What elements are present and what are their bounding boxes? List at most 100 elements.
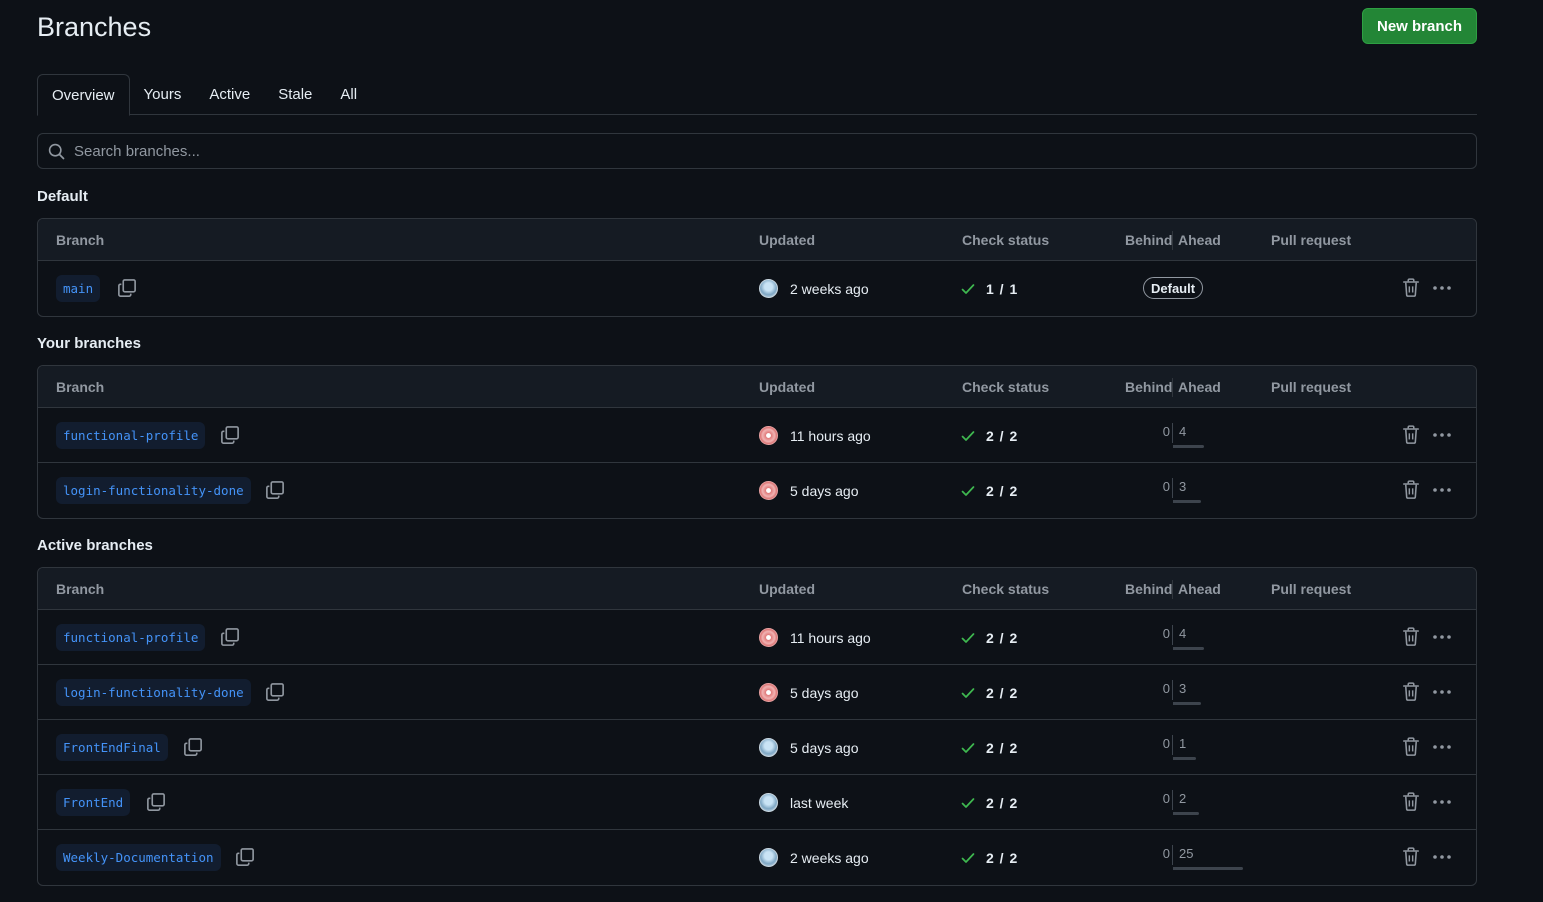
column-header-ahead: Ahead: [1178, 232, 1221, 248]
copy-icon[interactable]: [235, 847, 255, 867]
tab-overview[interactable]: Overview: [37, 74, 130, 116]
check-icon: [960, 630, 976, 646]
avatar[interactable]: [759, 481, 778, 500]
check-status[interactable]: 1 / 1: [986, 281, 1018, 297]
branches-page: Branches New branch Overview Yours Activ…: [37, 0, 1477, 886]
kebab-horizontal-icon[interactable]: [1431, 847, 1453, 867]
trash-icon[interactable]: [1402, 278, 1420, 298]
check-status[interactable]: 2 / 2: [986, 795, 1018, 811]
branch-row: login-functionality-done 5 days ago 2 / 2 0…: [38, 665, 1476, 720]
branch-name-link[interactable]: main: [56, 275, 101, 302]
check-status[interactable]: 2 / 2: [986, 483, 1018, 499]
behind-count: 0: [1162, 736, 1170, 751]
copy-icon[interactable]: [220, 627, 240, 647]
new-branch-button[interactable]: New branch: [1362, 8, 1477, 44]
copy-icon[interactable]: [265, 682, 285, 702]
behind-count: 0: [1162, 626, 1170, 641]
branch-row: FrontEndFinal 5 days ago 2 / 2 01: [38, 720, 1476, 775]
branch-name-link[interactable]: Weekly-Documentation: [56, 844, 221, 871]
ahead-bar: [1173, 867, 1243, 870]
avatar[interactable]: [759, 628, 778, 647]
ahead-bar: [1173, 702, 1202, 705]
branch-table-default: Branch Updated Check status Behind Ahead Pull…: [37, 218, 1477, 317]
behind-count: 0: [1162, 479, 1170, 494]
kebab-horizontal-icon[interactable]: [1431, 682, 1453, 702]
check-icon: [960, 795, 976, 811]
check-status[interactable]: 2 / 2: [986, 685, 1018, 701]
avatar[interactable]: [759, 426, 778, 445]
avatar[interactable]: [759, 683, 778, 702]
table-header: Branch Updated Check status Behind Ahead Pull…: [38, 219, 1476, 261]
kebab-horizontal-icon[interactable]: [1431, 737, 1453, 757]
trash-icon[interactable]: [1402, 627, 1420, 647]
branch-name-link[interactable]: functional-profile: [56, 624, 206, 651]
branch-table-active-branches: Branch Updated Check status Behind Ahead Pull…: [37, 567, 1477, 886]
copy-icon[interactable]: [265, 480, 285, 500]
ahead-bar: [1173, 647, 1205, 650]
kebab-horizontal-icon[interactable]: [1431, 792, 1453, 812]
search-input[interactable]: [74, 142, 1454, 160]
copy-icon[interactable]: [146, 792, 166, 812]
column-header-behind: Behind: [1125, 581, 1173, 597]
behind-ahead-divider: [1172, 423, 1173, 443]
ahead-count: 2: [1179, 791, 1187, 806]
branch-name-link[interactable]: FrontEnd: [56, 789, 131, 816]
branch-name-link[interactable]: FrontEndFinal: [56, 734, 168, 761]
column-header-pull-request: Pull request: [1271, 581, 1352, 597]
column-divider: [1172, 378, 1173, 397]
column-header-pull-request: Pull request: [1271, 379, 1352, 395]
table-header: Branch Updated Check status Behind Ahead Pull…: [38, 568, 1476, 610]
avatar[interactable]: [759, 848, 778, 867]
avatar[interactable]: [759, 793, 778, 812]
kebab-horizontal-icon[interactable]: [1431, 480, 1453, 500]
avatar[interactable]: [759, 279, 778, 298]
check-status[interactable]: 2 / 2: [986, 428, 1018, 444]
column-header-check-status: Check status: [962, 379, 1050, 395]
tab-active[interactable]: Active: [195, 74, 264, 115]
trash-icon[interactable]: [1402, 737, 1420, 757]
ahead-bar: [1173, 445, 1205, 448]
check-status[interactable]: 2 / 2: [986, 740, 1018, 756]
ahead-count: 1: [1179, 736, 1187, 751]
check-icon: [960, 281, 976, 297]
ahead-bar: [1173, 500, 1202, 503]
trash-icon[interactable]: [1402, 480, 1420, 500]
copy-icon[interactable]: [117, 278, 137, 298]
branch-row: Weekly-Documentation 2 weeks ago 2 / 2 0 25: [38, 830, 1476, 885]
ahead-bar: [1173, 812, 1199, 815]
branch-row: main 2 weeks ago 1 / 1 Default: [38, 261, 1476, 316]
tab-stale[interactable]: Stale: [264, 74, 326, 115]
behind-ahead-divider: [1172, 845, 1173, 865]
kebab-horizontal-icon[interactable]: [1431, 425, 1453, 445]
column-header-check-status: Check status: [962, 581, 1050, 597]
column-header-ahead: Ahead: [1178, 581, 1221, 597]
tab-yours[interactable]: Yours: [130, 74, 196, 115]
check-status[interactable]: 2 / 2: [986, 850, 1018, 866]
copy-icon[interactable]: [220, 425, 240, 445]
ahead-count: 4: [1179, 626, 1187, 641]
trash-icon[interactable]: [1402, 847, 1420, 867]
copy-icon[interactable]: [183, 737, 203, 757]
kebab-horizontal-icon[interactable]: [1431, 278, 1453, 298]
branch-name-link[interactable]: functional-profile: [56, 422, 206, 449]
behind-count: 0: [1162, 681, 1170, 696]
check-status[interactable]: 2 / 2: [986, 630, 1018, 646]
ahead-count: 25: [1179, 846, 1194, 861]
branch-name-link[interactable]: login-functionality-done: [56, 477, 251, 504]
page-title: Branches: [37, 12, 152, 42]
tab-all[interactable]: All: [326, 74, 371, 115]
branch-row: login-functionality-done 5 days ago 2 / 2 0…: [38, 463, 1476, 518]
trash-icon[interactable]: [1402, 792, 1420, 812]
avatar[interactable]: [759, 738, 778, 757]
column-header-behind: Behind: [1125, 379, 1173, 395]
trash-icon[interactable]: [1402, 682, 1420, 702]
ahead-count: 3: [1179, 479, 1187, 494]
branch-tabs: Overview Yours Active Stale All: [37, 74, 1477, 116]
column-header-updated: Updated: [759, 232, 815, 248]
section-title-active-branches: Active branches: [37, 537, 153, 554]
kebab-horizontal-icon[interactable]: [1431, 627, 1453, 647]
column-header-branch: Branch: [56, 379, 105, 395]
trash-icon[interactable]: [1402, 425, 1420, 445]
branch-name-link[interactable]: login-functionality-done: [56, 679, 251, 706]
column-header-branch: Branch: [56, 232, 105, 248]
